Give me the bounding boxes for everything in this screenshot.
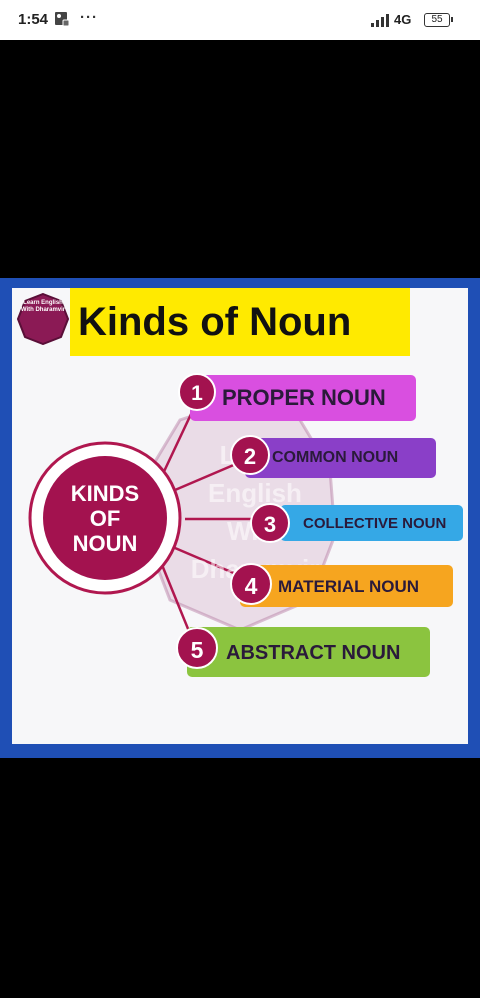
noun-kind-number: 4: [230, 563, 272, 605]
noun-kind-label: MATERIAL NOUN: [278, 577, 420, 596]
noun-kind-label: PROPER NOUN: [222, 385, 386, 410]
noun-kind-number: 5: [176, 627, 218, 669]
poster-title: Kinds of Noun: [78, 300, 352, 344]
noun-kind-label: ABSTRACT NOUN: [226, 642, 401, 664]
more-notifications-icon: ···: [80, 9, 98, 26]
hub-label: KINDS OF NOUN: [70, 481, 140, 556]
status-time: 1:54: [18, 11, 49, 28]
gallery-notification-icon: [55, 12, 70, 27]
status-bar: 1:54 ··· 4G 55: [0, 0, 480, 40]
network-type: 4G: [394, 12, 412, 27]
noun-kind-number: 3: [250, 503, 290, 543]
channel-logo-text: Learn English With Dharamvir: [20, 300, 66, 313]
noun-kind-label: COLLECTIVE NOUN: [303, 515, 447, 532]
noun-kind-label: COMMON NOUN: [272, 449, 399, 466]
signal-icon: [371, 14, 389, 27]
noun-kind-number: 2: [230, 435, 270, 475]
noun-kind-number: 1: [178, 373, 216, 411]
battery-icon: 55: [424, 13, 453, 27]
